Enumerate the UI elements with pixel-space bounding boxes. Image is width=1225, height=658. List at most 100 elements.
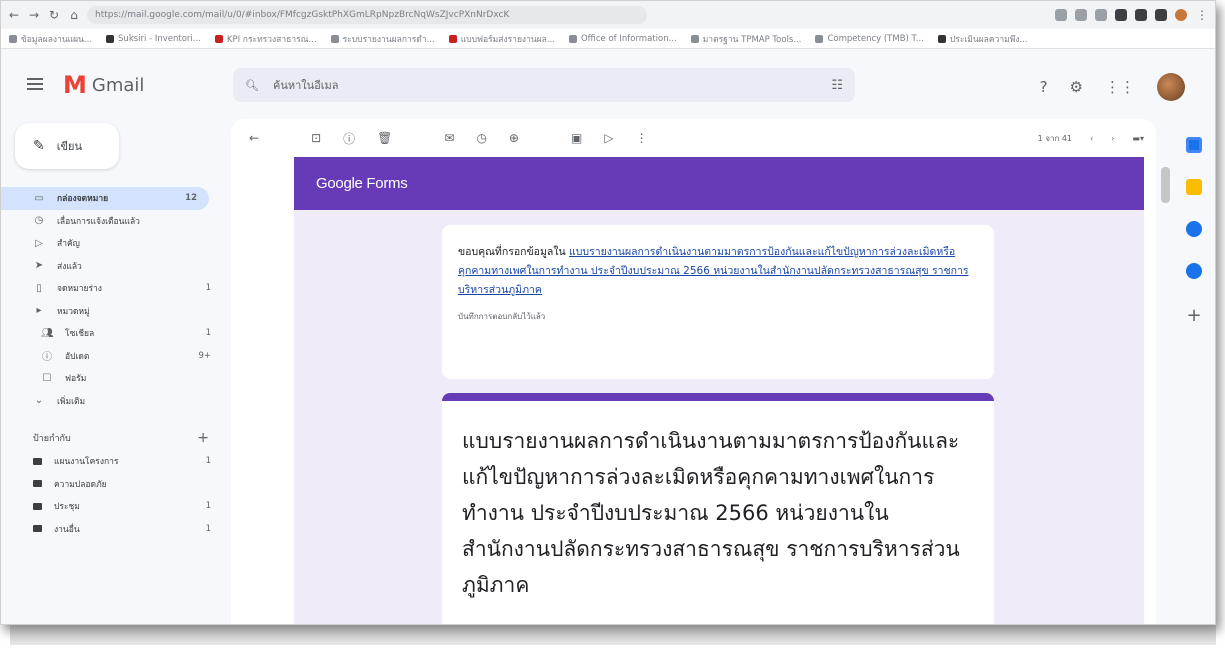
sidebar-item-forums[interactable]: ☐ ฟอรัม <box>1 367 223 390</box>
label-tag-icon <box>33 480 42 488</box>
inbox-icon: ▭ <box>34 192 44 204</box>
message-view: ← ⊡ ⓘ 🗑︎ ✉ ◷ ⊕ ▣ ▷ ⋮ 1 จาก 41 ‹ › ▬▾ Goo… <box>231 119 1156 624</box>
sidebar-item-updates[interactable]: ⓘ อัปเดต 9+ <box>1 345 223 368</box>
label-icon: ▸ <box>36 305 42 317</box>
label-item[interactable]: แผนงานโครงการ 1 <box>1 450 223 473</box>
gmail-logo[interactable]: M Gmail <box>63 71 144 99</box>
browser-toolbar: ← → ↻ ⌂ https://mail.google.com/mail/u/0… <box>1 1 1215 29</box>
sidebar-nav: ▭ กล่องจดหมาย 12 ◷ เลื่อนการแจ้งเตือนแล้… <box>1 187 223 540</box>
search-placeholder: ค้นหาในอีเมล <box>272 79 339 92</box>
side-panel-icon[interactable] <box>1155 9 1167 21</box>
email-content: Google Forms ขอบคุณที่กรอกข้อมูลใน แบบรา… <box>294 157 1144 624</box>
back-arrow-icon[interactable]: ← <box>249 131 259 145</box>
search-input[interactable]: 🔍︎ ค้นหาในอีเมล ☷ <box>233 68 855 102</box>
search-icon[interactable]: 🔍︎ <box>245 79 259 92</box>
sidebar-item-drafts[interactable]: ▯ จดหมายร่าง 1 <box>1 277 223 300</box>
more-options-icon[interactable]: ⋮ <box>636 131 648 145</box>
profile-avatar-icon[interactable] <box>1175 9 1187 21</box>
label-item[interactable]: งานอื่น 1 <box>1 518 223 541</box>
bookmark-icon <box>214 34 223 43</box>
draft-icon: ▯ <box>36 282 42 294</box>
side-panel: + <box>1171 119 1215 624</box>
important-icon: ▷ <box>35 237 43 249</box>
bookmark-icon <box>448 34 457 43</box>
contacts-icon[interactable] <box>1186 263 1202 279</box>
sidebar-item-inbox[interactable]: ▭ กล่องจดหมาย 12 <box>1 187 209 210</box>
input-tools-icon[interactable]: ▬▾ <box>1132 134 1144 143</box>
archive-icon[interactable]: ⊡ <box>311 131 321 145</box>
sidebar-item-more[interactable]: ⌄ เพิ่มเติม <box>1 390 223 413</box>
gmail-header: M Gmail 🔍︎ ค้นหาในอีเมล ☷ ? ⚙ ⋮⋮ <box>1 49 1215 119</box>
labels-heading: ป้ายกำกับ + <box>33 430 209 446</box>
home-icon[interactable]: ⌂ <box>67 8 81 22</box>
move-to-icon[interactable]: ▣ <box>571 131 582 145</box>
forum-icon: ☐ <box>42 372 52 384</box>
report-spam-icon[interactable]: ⓘ <box>343 130 355 147</box>
help-icon[interactable]: ? <box>1040 78 1048 96</box>
bookmark-icon <box>815 34 824 43</box>
snooze-icon[interactable]: ◷ <box>476 131 486 145</box>
account-avatar[interactable] <box>1157 73 1185 101</box>
bookmark-item[interactable]: Suksiri - Inventori... <box>106 34 201 44</box>
bookmark-item[interactable]: Competency (TMB) T... <box>815 34 924 44</box>
forms-brand: Google Forms <box>316 175 408 192</box>
bookmark-item[interactable]: KPI กระทรวงสาธารณ... <box>214 32 317 46</box>
settings-gear-icon[interactable]: ⚙ <box>1070 78 1083 96</box>
mark-unread-icon[interactable]: ✉ <box>444 131 454 145</box>
message-toolbar: ← ⊡ ⓘ 🗑︎ ✉ ◷ ⊕ ▣ ▷ ⋮ 1 จาก 41 ‹ › ▬▾ <box>231 119 1156 157</box>
sidebar-item-social[interactable]: 👥︎ โซเชียล 1 <box>1 322 223 345</box>
clock-icon: ◷ <box>34 215 44 227</box>
sidebar-item-categories[interactable]: ▸ หมวดหมู่ <box>1 300 223 323</box>
shadow-strip <box>10 625 1216 645</box>
chevron-left-icon[interactable]: ‹ <box>1090 134 1093 143</box>
bookmark-item[interactable]: ประเมินผลความพึง... <box>937 32 1028 46</box>
form-title-card: แบบรายงานผลการดำเนินงานตามมาตรการป้องกัน… <box>442 393 994 624</box>
bookmark-icon <box>568 34 577 43</box>
compose-button[interactable]: ✎ เขียน <box>15 123 119 169</box>
keep-icon[interactable] <box>1186 179 1202 195</box>
extension-icon[interactable] <box>1055 9 1067 21</box>
screen-frame: ← → ↻ ⌂ https://mail.google.com/mail/u/0… <box>0 0 1216 625</box>
label-item[interactable]: ความปลอดภัย <box>1 473 223 496</box>
bookmark-item[interactable]: Office of Information... <box>568 34 677 44</box>
add-label-icon[interactable]: + <box>197 430 209 446</box>
extensions-puzzle-icon[interactable] <box>1135 9 1147 21</box>
add-task-icon[interactable]: ⊕ <box>509 131 519 145</box>
bookmark-icon <box>9 34 17 43</box>
sidebar-item-sent[interactable]: ➤ ส่งแล้ว <box>1 255 223 278</box>
sidebar-item-snoozed[interactable]: ◷ เลื่อนการแจ้งเตือนแล้ว <box>1 210 223 233</box>
bookmark-item[interactable]: ข้อมูลผลงานแผน... <box>9 32 92 46</box>
main-menu-icon[interactable] <box>27 78 43 90</box>
calendar-icon[interactable] <box>1186 137 1202 153</box>
pager: 1 จาก 41 ‹ › ▬▾ <box>1038 132 1156 145</box>
tasks-icon[interactable] <box>1186 221 1202 237</box>
forward-icon[interactable]: → <box>27 8 41 22</box>
label-item[interactable]: ประชุม 1 <box>1 495 223 518</box>
bookmark-item[interactable]: แบบฟอร์มส่งรายงานผล... <box>448 32 555 46</box>
extension-icon[interactable] <box>1075 9 1087 21</box>
bookmark-item[interactable]: มาตรฐาน TPMAP Tools... <box>690 32 801 46</box>
delete-icon[interactable]: 🗑︎ <box>377 131 392 145</box>
apps-grid-icon[interactable]: ⋮⋮ <box>1105 78 1135 96</box>
scrollbar[interactable] <box>1161 167 1170 203</box>
pencil-icon: ✎ <box>33 138 45 154</box>
extension-icon[interactable] <box>1095 9 1107 21</box>
sidebar-item-important[interactable]: ▷ สำคัญ <box>1 232 223 255</box>
label-tag-icon <box>33 457 42 465</box>
browser-menu-icon[interactable]: ⋮ <box>1195 8 1209 22</box>
back-icon[interactable]: ← <box>7 8 21 22</box>
tab-search-icon[interactable] <box>1115 9 1127 21</box>
gmail-m-icon: M <box>63 71 87 99</box>
search-options-icon[interactable]: ☷ <box>831 78 843 93</box>
compose-label: เขียน <box>56 140 82 153</box>
label-tag-icon <box>33 525 42 533</box>
label-tag-icon <box>33 502 42 510</box>
label-as-icon[interactable]: ▷ <box>604 131 613 145</box>
chevron-right-icon[interactable]: › <box>1111 134 1114 143</box>
reload-icon[interactable]: ↻ <box>47 8 61 22</box>
address-bar[interactable]: https://mail.google.com/mail/u/0/#inbox/… <box>87 6 647 24</box>
add-addon-icon[interactable]: + <box>1186 305 1201 326</box>
chevron-down-icon: ⌄ <box>34 395 44 407</box>
bookmark-item[interactable]: ระบบรายงานผลการดำ... <box>330 32 435 46</box>
unread-count: 12 <box>185 193 197 204</box>
